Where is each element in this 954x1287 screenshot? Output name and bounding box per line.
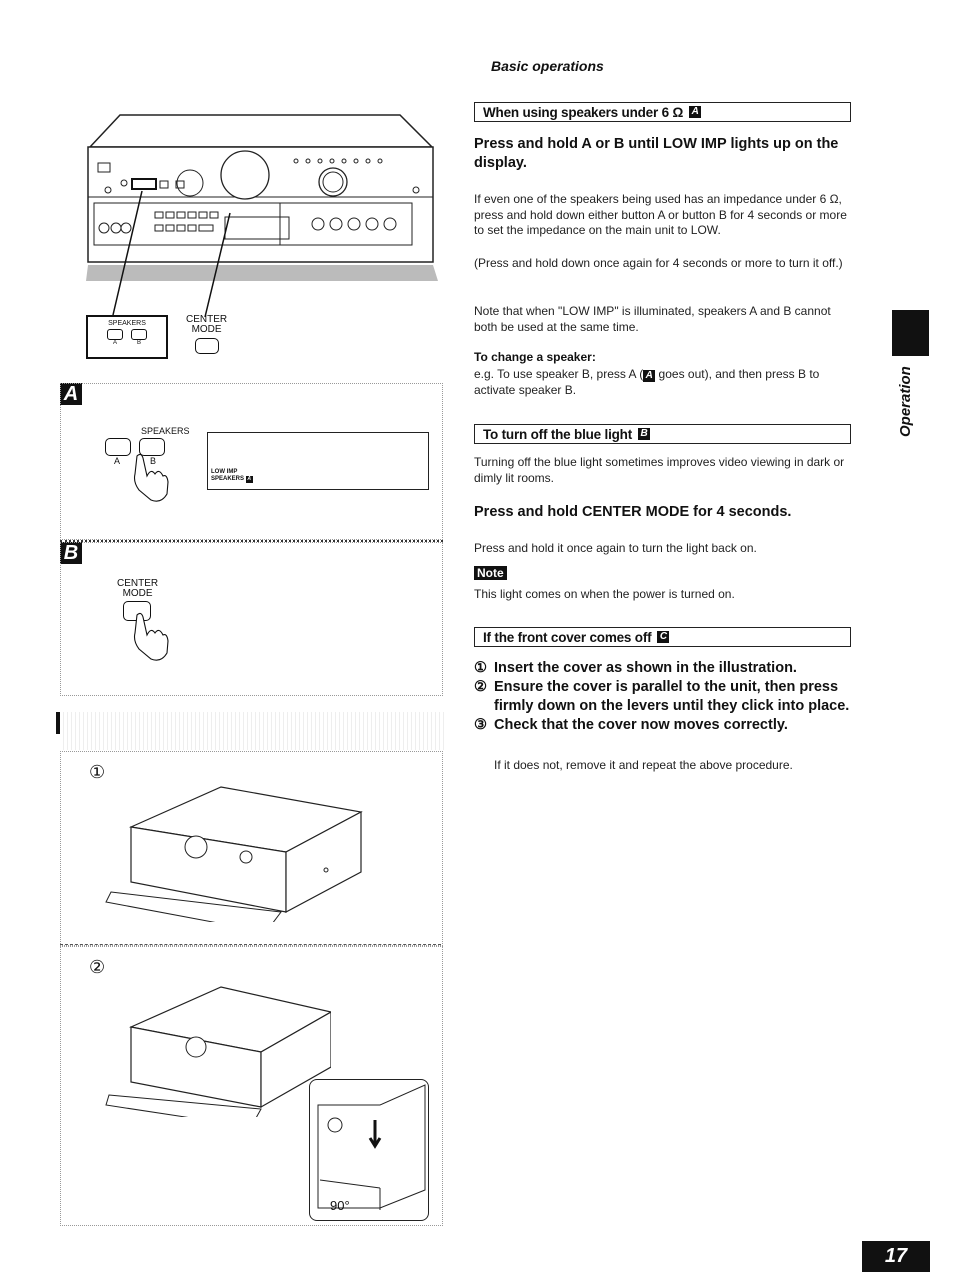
blue-light-section-title: To turn off the blue light <box>483 426 633 442</box>
display-speakers: SPEAKERS <box>211 476 245 482</box>
cover-press-drawing <box>105 986 331 1117</box>
blue-light-para2: Press and hold it once again to turn the… <box>474 541 757 555</box>
panel-b-center-line2: MODE <box>122 588 153 599</box>
speaker-a-button <box>107 329 123 340</box>
change-badge: A <box>643 370 656 382</box>
panel-c-step1: ① <box>60 751 443 946</box>
cover-step-text: Insert the cover as shown in the illustr… <box>494 660 797 676</box>
speakers-para2: (Press and hold down once again for 4 se… <box>474 256 843 270</box>
lever-detail-drawing <box>317 1084 426 1210</box>
panel-a-label-a: A <box>114 456 121 466</box>
speakers-section-title: When using speakers under 6 Ω <box>483 104 684 120</box>
display-low-imp: LOW IMP <box>211 469 238 475</box>
panel-b: CENTER MODE <box>60 542 443 696</box>
detail-inset: 90° <box>309 1079 429 1221</box>
cover-step: ① Insert the cover as shown in the illust… <box>474 659 854 678</box>
panel-a-button-a <box>105 438 131 456</box>
cover-section-badge: C <box>657 631 670 643</box>
change-speaker-heading: To change a speaker: <box>474 350 596 364</box>
speaker-b-button <box>131 329 147 340</box>
blue-light-para1: Turning off the blue light sometimes imp… <box>474 455 845 485</box>
speaker-a-label: A <box>112 340 117 346</box>
change-speaker-text: e.g. To use speaker B, press A (A goes o… <box>474 367 856 398</box>
change-prefix: e.g. To use speaker B, press A ( <box>474 367 644 381</box>
cover-step-text: Check that the cover now moves correctly… <box>494 717 788 733</box>
cover-step-number: ② <box>474 679 487 695</box>
cover-footnote: If it does not, remove it and repeat the… <box>494 758 793 772</box>
cover-step: ③ Check that the cover now moves correctl… <box>474 716 854 735</box>
center-mode-button <box>194 338 219 354</box>
panel-a: SPEAKERS A B LOW IMP SPEAKERS A <box>60 383 443 540</box>
speakers-label: SPEAKERS <box>108 320 146 327</box>
speaker-b-label: B <box>136 340 141 346</box>
cover-step: ② Ensure the cover is parallel to the uni… <box>474 678 854 716</box>
angle-label: 90° <box>330 1198 350 1213</box>
note-badge: Note <box>474 566 507 580</box>
note-text: This light comes on when the power is tu… <box>474 587 735 601</box>
blue-light-section-badge: B <box>638 428 651 440</box>
display-speaker-a-indicator: A <box>245 476 253 483</box>
side-tab-label: Operation <box>897 366 914 437</box>
center-mode-line2: MODE <box>191 324 222 335</box>
display-panel: LOW IMP SPEAKERS A <box>207 432 429 490</box>
pressing-hand-icon <box>133 453 169 502</box>
speakers-section-badge: A <box>689 106 702 118</box>
speakers-para3: Note that when "LOW IMP" is illuminated,… <box>474 304 831 334</box>
blue-light-step-head: Press and hold CENTER MODE for 4 seconds… <box>474 504 792 520</box>
panel-c-step2: ② 90° <box>60 946 443 1226</box>
panel-c-divider <box>60 944 441 945</box>
panel-a-speakers-label: SPEAKERS <box>141 426 190 436</box>
page-number: 17 <box>862 1241 930 1272</box>
speakers-para1: If even one of the speakers being used h… <box>474 192 847 237</box>
center-mode-callout: CENTER MODE <box>186 315 227 354</box>
cover-section-heading: If the front cover comes off C <box>474 627 851 647</box>
cover-step-number: ③ <box>474 717 487 733</box>
cover-step-text: Ensure the cover is parallel to the unit… <box>494 679 850 714</box>
side-tab-marker <box>892 310 929 356</box>
panel-c-header-strip <box>60 712 445 750</box>
blue-light-section-heading: To turn off the blue light B <box>474 424 851 444</box>
cover-step-number: ① <box>474 660 487 676</box>
step2-number: ② <box>89 957 106 977</box>
speakers-subpanel: SPEAKERS A B <box>86 315 168 359</box>
cover-section-title: If the front cover comes off <box>483 629 652 645</box>
cover-insert-drawing <box>105 786 363 922</box>
speakers-step-head: Press and hold A or B until LOW IMP ligh… <box>474 136 839 171</box>
receiver-illustration: SPEAKERS A B CENTER MODE <box>60 95 440 365</box>
cover-steps: ① Insert the cover as shown in the illust… <box>474 659 854 735</box>
section-title: Basic operations <box>491 58 604 74</box>
speakers-section-heading: When using speakers under 6 Ω A <box>474 102 851 122</box>
pressing-hand-icon <box>133 612 169 661</box>
